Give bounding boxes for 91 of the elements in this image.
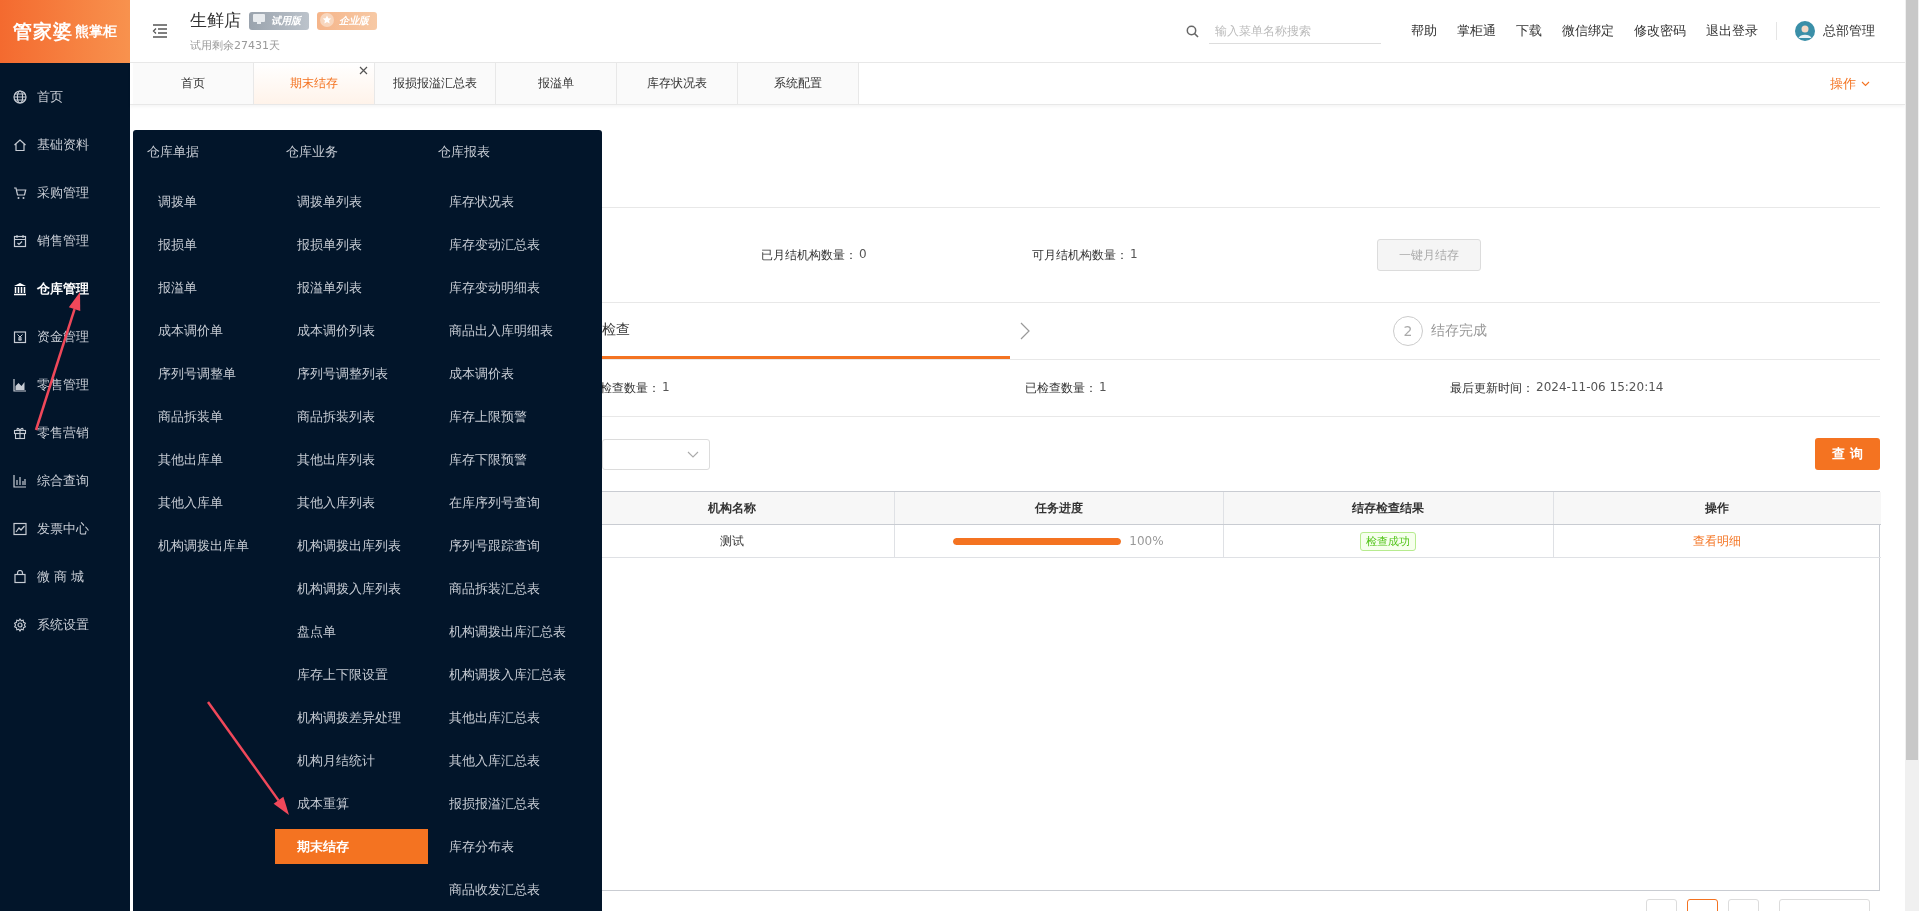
column-header: 任务进度 bbox=[894, 492, 1223, 525]
header-link[interactable]: 掌柜通 bbox=[1457, 22, 1496, 40]
sidebar-item[interactable]: 采购管理 bbox=[0, 169, 130, 217]
menu-item[interactable]: 库存上限预警 bbox=[427, 399, 580, 434]
menu-item[interactable]: 报损报溢汇总表 bbox=[427, 786, 580, 821]
money-icon bbox=[13, 330, 27, 344]
summary-value: 0 bbox=[859, 246, 867, 263]
summary-label: 可月结机构数量： bbox=[1032, 246, 1128, 264]
summary-label: 已月结机构数量： bbox=[761, 246, 857, 264]
header-link[interactable]: 退出登录 bbox=[1706, 22, 1758, 40]
bar-chart-icon bbox=[13, 474, 27, 488]
menu-item[interactable]: 成本重算 bbox=[275, 786, 428, 821]
menu-item[interactable]: 盘点单 bbox=[275, 614, 428, 649]
check-stat-label: 最后更新时间： bbox=[1450, 379, 1534, 397]
header-link[interactable]: 微信绑定 bbox=[1562, 22, 1614, 40]
menu-item[interactable]: 机构调拨出库汇总表 bbox=[427, 614, 580, 649]
tab[interactable]: 报溢单 bbox=[496, 63, 617, 104]
menu-item[interactable]: 商品拆装汇总表 bbox=[427, 571, 580, 606]
menu-icon[interactable] bbox=[152, 24, 168, 38]
sidebar-item[interactable]: 零售管理 bbox=[0, 361, 130, 409]
globe-icon bbox=[13, 90, 27, 104]
check-stat-value: 1 bbox=[662, 379, 670, 396]
area-chart-icon bbox=[13, 378, 27, 392]
trial-remaining: 试用剩余27431天 bbox=[190, 38, 281, 53]
menu-item[interactable]: 机构调拨入库汇总表 bbox=[427, 657, 580, 692]
menu-item[interactable]: 库存变动汇总表 bbox=[427, 227, 580, 262]
product-name: 熊掌柜 bbox=[75, 22, 117, 41]
header-link[interactable]: 帮助 bbox=[1411, 22, 1437, 40]
cart-icon bbox=[13, 186, 27, 200]
tab[interactable]: 报损报溢汇总表 bbox=[375, 63, 496, 104]
star-icon bbox=[320, 12, 334, 27]
step-label[interactable]: 检查 bbox=[602, 320, 630, 339]
menu-item[interactable]: 其他出库汇总表 bbox=[427, 700, 580, 735]
sidebar-item[interactable]: 发票中心 bbox=[0, 505, 130, 553]
bag-icon bbox=[13, 570, 27, 584]
brand-name: 管家婆 bbox=[13, 18, 73, 44]
menu-heading: 仓库单据 bbox=[147, 143, 200, 161]
menu-heading: 仓库报表 bbox=[438, 143, 491, 161]
menu-item[interactable]: 机构调拨入库列表 bbox=[275, 571, 428, 606]
progress-reading: 100% bbox=[1129, 534, 1164, 548]
tab[interactable]: 首页 bbox=[133, 63, 254, 104]
calendar-icon bbox=[13, 234, 27, 248]
edition-badge: 企业版 bbox=[317, 11, 377, 30]
menu-item[interactable]: 其他入库汇总表 bbox=[427, 743, 580, 778]
check-stat-value: 1 bbox=[1099, 379, 1107, 396]
menu-heading: 仓库业务 bbox=[286, 143, 339, 161]
menu-item[interactable]: 商品出入库明细表 bbox=[427, 313, 580, 348]
menu-item[interactable]: 库存变动明细表 bbox=[427, 270, 580, 305]
chevron-down-icon bbox=[687, 450, 699, 458]
column-header: 结存检查结果 bbox=[1223, 492, 1553, 525]
home-icon bbox=[13, 138, 27, 152]
tab[interactable]: 库存状况表 bbox=[617, 63, 738, 104]
scrollbar-thumb[interactable] bbox=[1906, 0, 1918, 760]
sidebar-item[interactable]: 系统设置 bbox=[0, 601, 130, 649]
monitor-icon bbox=[252, 12, 266, 25]
menu-item[interactable]: 成本调价表 bbox=[427, 356, 580, 391]
edition-badge: 试用版 bbox=[249, 11, 309, 30]
bank-icon bbox=[13, 282, 27, 296]
menu-item[interactable]: 库存上下限设置 bbox=[275, 657, 428, 692]
check-stat-value: 2024-11-06 15:20:14 bbox=[1536, 379, 1664, 396]
line-chart-icon bbox=[13, 522, 27, 536]
tab[interactable]: 系统配置 bbox=[738, 63, 859, 104]
avatar-icon bbox=[1795, 21, 1815, 41]
chevron-right-icon bbox=[1020, 322, 1030, 340]
header-link[interactable]: 下载 bbox=[1516, 22, 1542, 40]
header-link[interactable]: 修改密码 bbox=[1634, 22, 1686, 40]
select-field[interactable] bbox=[602, 438, 710, 470]
menu-item[interactable]: 库存下限预警 bbox=[427, 442, 580, 477]
user-name[interactable]: 总部管理 bbox=[1823, 22, 1875, 40]
summary-value: 1 bbox=[1130, 246, 1138, 263]
sidebar-item[interactable]: 微 商 城 bbox=[0, 553, 130, 601]
column-header: 操作 bbox=[1553, 492, 1881, 525]
gear-icon bbox=[13, 618, 27, 632]
gift-icon bbox=[13, 426, 27, 440]
chevron-down-icon bbox=[1861, 80, 1870, 87]
menu-item[interactable]: 库存状况表 bbox=[427, 184, 580, 219]
menu-item[interactable]: 商品收发汇总表 bbox=[427, 872, 580, 907]
search-icon bbox=[1186, 24, 1199, 38]
sidebar-item[interactable]: 综合查询 bbox=[0, 457, 130, 505]
sidebar-item[interactable]: 基础资料 bbox=[0, 121, 130, 169]
close-icon[interactable] bbox=[359, 66, 368, 75]
status-tag: 检查成功 bbox=[1360, 531, 1416, 551]
sidebar-item[interactable]: 首页 bbox=[0, 73, 130, 121]
menu-item[interactable]: 库存分布表 bbox=[427, 829, 580, 864]
menu-item[interactable]: 机构月结统计 bbox=[275, 743, 428, 778]
sidebar-item[interactable]: 零售营销 bbox=[0, 409, 130, 457]
sidebar-item[interactable]: 销售管理 bbox=[0, 217, 130, 265]
store-name: 生鲜店 bbox=[190, 9, 241, 32]
sidebar-item[interactable]: 仓库管理 bbox=[0, 265, 130, 313]
menu-item[interactable]: 机构调拨差异处理 bbox=[275, 700, 428, 735]
check-stat-label: 已检查数量： bbox=[1025, 379, 1097, 397]
